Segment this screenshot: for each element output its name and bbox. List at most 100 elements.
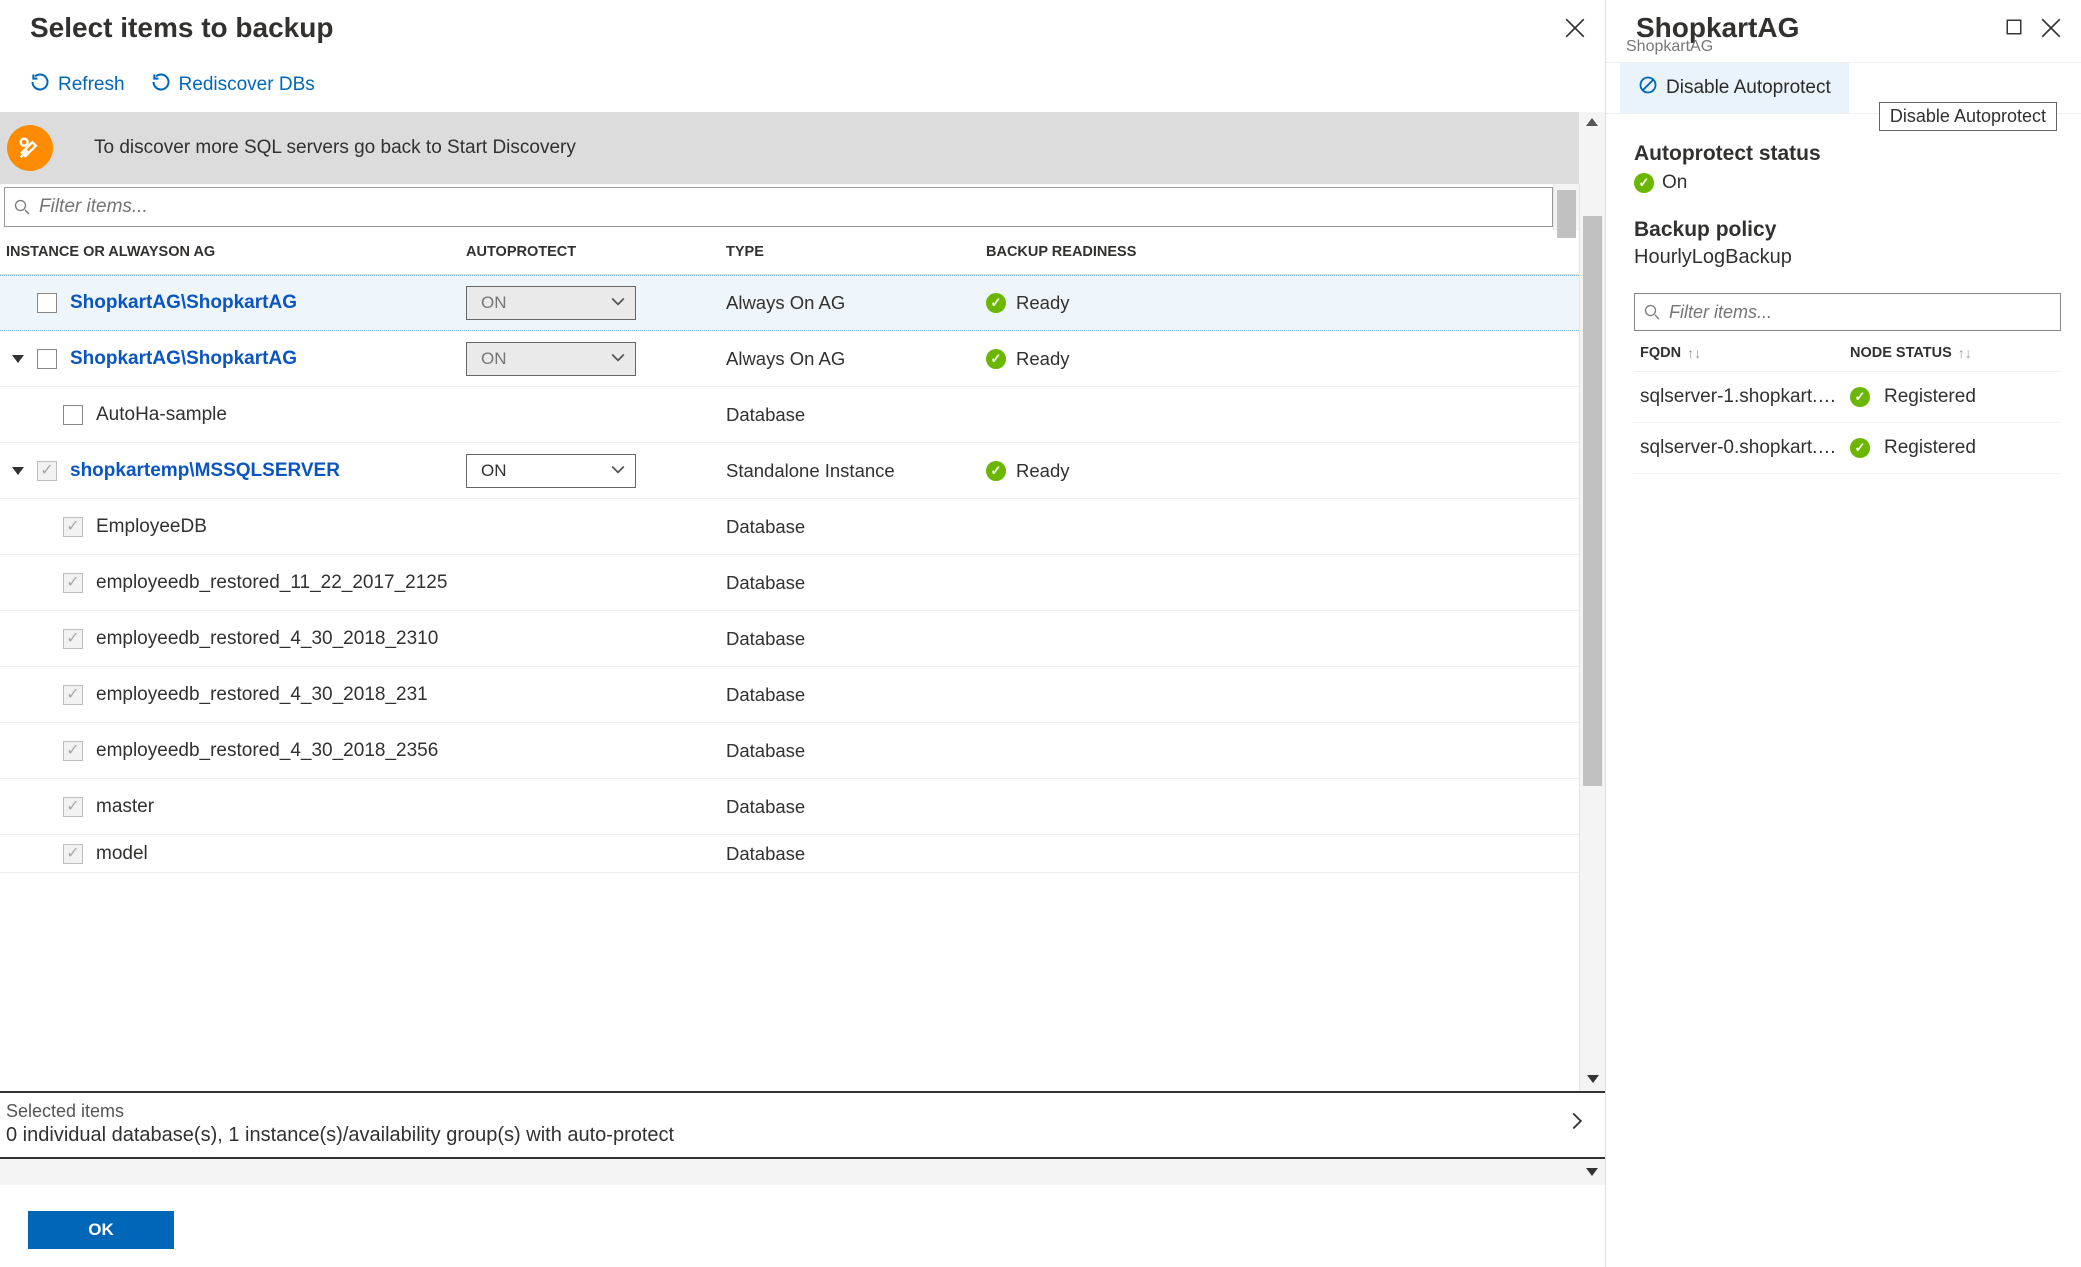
table-row[interactable]: ShopkartAG\ShopkartAGONAlways On AG✓Read… bbox=[0, 331, 1579, 387]
scroll-up-icon[interactable] bbox=[1579, 112, 1605, 184]
autoprotect-dropdown[interactable]: ON bbox=[466, 454, 636, 488]
type-cell: Database bbox=[726, 796, 986, 818]
table-row[interactable]: employeedb_restored_4_30_2018_2310 Databa… bbox=[0, 611, 1579, 667]
type-cell: Database bbox=[726, 404, 986, 426]
rediscover-label: Rediscover DBs bbox=[179, 74, 315, 96]
checkbox[interactable] bbox=[56, 685, 90, 705]
table-row[interactable]: modelDatabase bbox=[0, 835, 1579, 873]
col-instance[interactable]: INSTANCE OR ALWAYSON AG bbox=[6, 244, 466, 260]
checkbox[interactable] bbox=[56, 844, 90, 864]
search-icon bbox=[5, 199, 39, 215]
close-icon[interactable] bbox=[2041, 18, 2061, 38]
checkbox[interactable] bbox=[56, 517, 90, 537]
node-row[interactable]: sqlserver-0.shopkart.…✓Registered bbox=[1634, 423, 2061, 474]
check-icon: ✓ bbox=[986, 293, 1006, 313]
autoprotect-dropdown: ON bbox=[466, 342, 636, 376]
expand-icon[interactable] bbox=[6, 467, 30, 475]
scrollbar-thumb[interactable] bbox=[1583, 216, 1602, 786]
type-cell: Database bbox=[726, 572, 986, 594]
scroll-down-icon[interactable] bbox=[1580, 1067, 1605, 1091]
filter-input-field[interactable] bbox=[39, 196, 1552, 218]
panel-header: Select items to backup bbox=[0, 0, 1605, 62]
refresh-icon bbox=[151, 72, 171, 98]
col-type[interactable]: TYPE bbox=[726, 244, 986, 260]
autoprotect-value: ON bbox=[481, 349, 507, 369]
node-fqdn: sqlserver-0.shopkart.… bbox=[1640, 437, 1850, 459]
node-grid-header: FQDN ↑↓ NODE STATUS ↑↓ bbox=[1634, 331, 2061, 372]
restore-icon[interactable] bbox=[2005, 18, 2023, 38]
node-row[interactable]: sqlserver-1.shopkart.…✓Registered bbox=[1634, 372, 2061, 423]
checkbox[interactable] bbox=[30, 461, 64, 481]
instance-link[interactable]: ShopkartAG\ShopkartAG bbox=[70, 348, 297, 370]
table-row[interactable]: master Database bbox=[0, 779, 1579, 835]
table-row[interactable]: ShopkartAG\ShopkartAGONAlways On AG✓Read… bbox=[0, 275, 1579, 331]
node-filter-field[interactable] bbox=[1669, 302, 2060, 323]
panel-title: Select items to backup bbox=[30, 12, 333, 44]
refresh-button[interactable]: Refresh bbox=[30, 72, 125, 98]
autoprotect-value: ON bbox=[481, 293, 507, 313]
footer: OK bbox=[0, 1185, 1605, 1267]
type-cell: Standalone Instance bbox=[726, 460, 986, 482]
prohibit-icon bbox=[1638, 75, 1658, 101]
table-row[interactable]: employeedb_restored_4_30_2018_2356Databa… bbox=[0, 723, 1579, 779]
scroll-down-icon[interactable] bbox=[1579, 1168, 1605, 1176]
col-fqdn[interactable]: FQDN bbox=[1640, 345, 1681, 361]
readiness-value: Ready bbox=[1016, 292, 1069, 314]
check-icon: ✓ bbox=[986, 461, 1006, 481]
database-name: model bbox=[96, 843, 148, 865]
node-grid-body: sqlserver-1.shopkart.…✓Registeredsqlserv… bbox=[1634, 372, 2061, 474]
col-autoprotect[interactable]: AUTOPROTECT bbox=[466, 244, 726, 260]
instance-link[interactable]: ShopkartAG\ShopkartAG bbox=[70, 292, 297, 314]
node-filter-input[interactable] bbox=[1634, 293, 2061, 331]
node-status: Registered bbox=[1884, 437, 1976, 459]
disable-autoprotect-label: Disable Autoprotect bbox=[1666, 77, 1831, 99]
toolbar: Refresh Rediscover DBs bbox=[0, 62, 1605, 112]
sort-icon[interactable]: ↑↓ bbox=[1958, 345, 1972, 361]
detail-subtitle: ShopkartAG bbox=[1626, 38, 2081, 56]
close-icon[interactable] bbox=[1565, 18, 1585, 38]
selected-items-bar[interactable]: Selected items 0 individual database(s),… bbox=[0, 1091, 1605, 1159]
checkbox[interactable] bbox=[30, 293, 64, 313]
table-row[interactable]: employeedb_restored_4_30_2018_231Databas… bbox=[0, 667, 1579, 723]
banner-text: To discover more SQL servers go back to … bbox=[94, 137, 576, 159]
filter-scrollbar[interactable] bbox=[1553, 184, 1579, 230]
checkbox[interactable] bbox=[56, 741, 90, 761]
database-name: employeedb_restored_4_30_2018_2310 bbox=[96, 628, 438, 650]
table-row[interactable]: employeedb_restored_11_22_2017_2125Datab… bbox=[0, 555, 1579, 611]
database-name: AutoHa-sample bbox=[96, 404, 227, 426]
checkbox[interactable] bbox=[56, 629, 90, 649]
col-readiness[interactable]: BACKUP READINESS bbox=[986, 244, 1579, 260]
refresh-icon bbox=[30, 72, 50, 98]
node-status: Registered bbox=[1884, 386, 1976, 408]
disable-autoprotect-button[interactable]: Disable Autoprotect bbox=[1620, 63, 1849, 113]
database-name: employeedb_restored_4_30_2018_2356 bbox=[96, 740, 438, 762]
autoprotect-status-value: On bbox=[1662, 172, 1687, 194]
expand-icon[interactable] bbox=[6, 355, 30, 363]
chevron-down-icon bbox=[611, 294, 625, 312]
filter-items-input[interactable] bbox=[4, 187, 1553, 227]
tooltip: Disable Autoprotect bbox=[1879, 102, 2057, 131]
table-row[interactable]: shopkartemp\MSSQLSERVER ON Standalone Inst… bbox=[0, 443, 1579, 499]
checkbox[interactable] bbox=[56, 797, 90, 817]
database-name: employeedb_restored_4_30_2018_231 bbox=[96, 684, 428, 706]
table-row[interactable]: AutoHa-sample Database bbox=[0, 387, 1579, 443]
checkbox[interactable] bbox=[56, 573, 90, 593]
search-icon bbox=[1635, 304, 1669, 320]
checkbox[interactable] bbox=[56, 405, 90, 425]
readiness-value: Ready bbox=[1016, 348, 1069, 370]
autoprotect-status-label: Autoprotect status bbox=[1634, 142, 2061, 166]
instance-link[interactable]: shopkartemp\MSSQLSERVER bbox=[70, 460, 340, 482]
backup-policy-value: HourlyLogBackup bbox=[1634, 246, 2061, 269]
vertical-scrollbar[interactable] bbox=[1579, 184, 1605, 1091]
table-row[interactable]: EmployeeDBDatabase bbox=[0, 499, 1579, 555]
detail-panel: ShopkartAG ShopkartAG Disable Autoprotec… bbox=[1606, 0, 2081, 1267]
ok-button[interactable]: OK bbox=[28, 1211, 174, 1249]
node-fqdn: sqlserver-1.shopkart.… bbox=[1640, 386, 1850, 408]
chevron-down-icon bbox=[611, 462, 625, 480]
sort-icon[interactable]: ↑↓ bbox=[1687, 345, 1701, 361]
checkbox[interactable] bbox=[30, 349, 64, 369]
type-cell: Database bbox=[726, 628, 986, 650]
col-node-status[interactable]: NODE STATUS bbox=[1850, 345, 1952, 361]
database-name: master bbox=[96, 796, 154, 818]
rediscover-button[interactable]: Rediscover DBs bbox=[151, 72, 315, 98]
